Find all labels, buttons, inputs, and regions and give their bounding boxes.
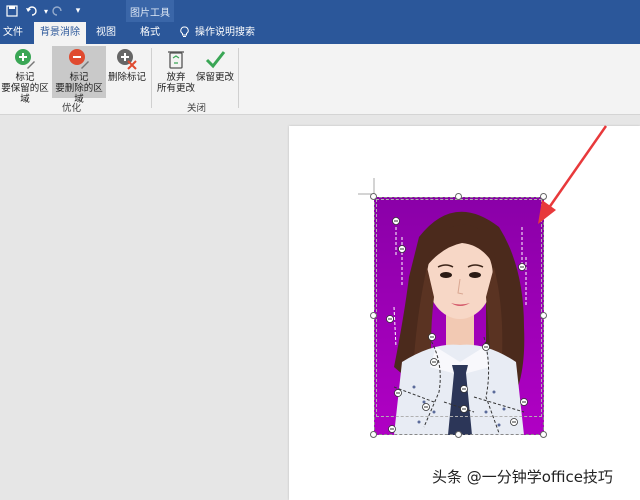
resize-handle-top-left[interactable] (370, 193, 377, 200)
tab-background-removal[interactable]: 背景消除 (34, 22, 86, 44)
lightbulb-icon (180, 26, 189, 37)
group-separator (151, 48, 152, 108)
save-icon[interactable] (4, 3, 20, 19)
resize-handle-bottom[interactable] (455, 431, 462, 438)
tab-view[interactable]: 视图 (90, 22, 122, 44)
resize-handle-right[interactable] (540, 312, 547, 319)
keep-changes-label: 保留更改 (196, 72, 235, 83)
delete-mark-button[interactable]: 删除标记 (108, 46, 146, 98)
title-bar: ▾ ▾ (0, 0, 640, 22)
redo-icon[interactable] (50, 3, 66, 19)
keep-changes-button[interactable]: 保留更改 (196, 46, 234, 98)
mark-areas-to-keep-button[interactable]: 标记 要保留的区域 (0, 46, 50, 105)
delete-mark-icon (117, 49, 137, 70)
resize-handle-top[interactable] (455, 193, 462, 200)
delete-mark-label: 删除标记 (108, 72, 147, 83)
discard-line1: 放弃 (166, 72, 186, 83)
tab-format[interactable]: 格式 (130, 22, 170, 44)
resize-handle-bottom-left[interactable] (370, 431, 377, 438)
resize-handle-left[interactable] (370, 312, 377, 319)
ribbon-panel: 标记 要保留的区域 标记 要删除的区域 删除标记 优化 放弃 所有更改 保留更改… (0, 44, 640, 115)
group-label-close: 关闭 (187, 103, 207, 114)
recycle-bin-icon (168, 51, 184, 69)
discard-line2: 所有更改 (156, 83, 195, 94)
discard-all-changes-button[interactable]: 放弃 所有更改 (156, 46, 196, 98)
picture-tools-label: 图片工具 (130, 8, 170, 19)
group-separator (238, 48, 239, 108)
plus-pencil-icon (15, 49, 35, 69)
mark-remove-line1: 标记 (69, 72, 89, 83)
image-selection-box (374, 197, 544, 435)
customize-toolbar-icon[interactable]: ▾ (70, 3, 86, 19)
watermark-text: 头条 @一分钟学office技巧 (432, 468, 613, 486)
resize-handle-bottom-right[interactable] (540, 431, 547, 438)
group-label-refine: 优化 (62, 103, 82, 114)
ribbon-tab-bar: 文件 背景消除 视图 格式 操作说明搜索 (0, 22, 640, 44)
tell-me-search[interactable]: 操作说明搜索 (176, 22, 266, 44)
tab-file[interactable]: 文件 (0, 22, 26, 44)
annotation-arrow-icon (538, 125, 608, 224)
mark-areas-to-remove-button[interactable]: 标记 要删除的区域 (52, 46, 106, 105)
tell-me-label: 操作说明搜索 (195, 27, 255, 38)
mark-keep-line1: 标记 (15, 72, 35, 83)
minus-pencil-icon (69, 49, 89, 69)
mark-keep-line2: 要保留的区域 (1, 83, 49, 105)
checkmark-icon (205, 51, 226, 69)
